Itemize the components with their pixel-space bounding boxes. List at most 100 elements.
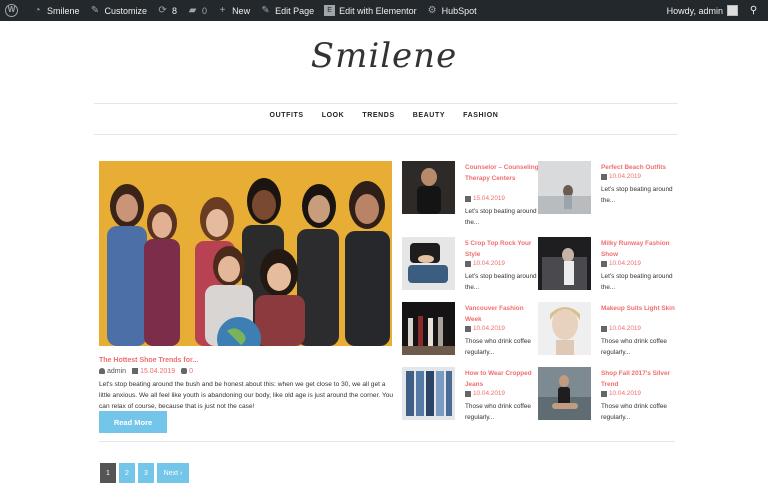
calendar-icon	[601, 260, 607, 267]
calendar-icon	[465, 325, 471, 332]
site-name-link[interactable]: ◔ Smilene	[27, 0, 85, 21]
calendar-icon	[465, 390, 471, 397]
post-date: 10.04.2019	[601, 325, 641, 332]
next-page-link[interactable]: Next ›	[157, 463, 189, 483]
nav-item-outfits[interactable]: OUTFITS	[261, 112, 313, 119]
featured-meta: admin 15.04.2019 0	[99, 368, 193, 375]
post-date: 10.04.2019	[601, 390, 641, 397]
nav-item-look[interactable]: LOOK	[313, 112, 354, 119]
admin-bar: W ◔ Smilene ✎ Customize ⟳ 8 ▰ 0 + New ✎ Edit P…	[0, 0, 768, 21]
wordpress-logo-button[interactable]: W	[0, 0, 27, 21]
group-photo	[99, 161, 392, 346]
page-2-link[interactable]: 2	[119, 463, 135, 483]
thumbnail-image	[538, 302, 591, 355]
calendar-icon	[465, 195, 471, 202]
calendar-icon	[601, 390, 607, 397]
wordpress-icon: W	[5, 4, 18, 17]
new-content-link[interactable]: + New	[212, 0, 255, 21]
post-card[interactable]: Counselor – Counseling Therapy Centers 1…	[402, 161, 540, 226]
page-1-current: 1	[100, 463, 116, 483]
post-title[interactable]: 5 Crop Top Rock Your Style	[465, 238, 540, 260]
post-card[interactable]: Milky Runway Fashion Show 10.04.2019 Let…	[538, 237, 674, 297]
customize-link[interactable]: ✎ Customize	[85, 0, 153, 21]
post-title[interactable]: Milky Runway Fashion Show	[601, 238, 676, 260]
thumbnail-image	[538, 161, 591, 214]
featured-excerpt: Let's stop beating around the bush and b…	[99, 381, 394, 410]
edit-icon: ✎	[261, 5, 270, 16]
post-thumbnail[interactable]	[402, 367, 455, 420]
search-icon: ⚲	[749, 5, 758, 16]
post-excerpt: Those who drink coffee regularly...	[465, 403, 531, 421]
nav-item-beauty[interactable]: BEAUTY	[404, 112, 454, 119]
post-date: 10.04.2019	[465, 260, 505, 267]
post-excerpt: Let's stop beating around the...	[601, 273, 673, 291]
post-card[interactable]: How to Wear Cropped Jeans 10.04.2019 Tho…	[402, 367, 538, 427]
post-thumbnail[interactable]	[538, 367, 591, 420]
calendar-icon	[465, 260, 471, 267]
author-meta: admin	[99, 368, 126, 375]
post-thumbnail[interactable]	[402, 161, 455, 214]
post-excerpt: Let's stop beating around the...	[465, 208, 537, 226]
content-divider	[99, 441, 675, 442]
post-thumbnail[interactable]	[402, 302, 455, 355]
post-date: 10.04.2019	[465, 325, 505, 332]
post-title[interactable]: Vancouver Fashion Week	[465, 303, 540, 325]
post-excerpt: Those who drink coffee regularly...	[601, 338, 667, 356]
main-nav: OUTFITS LOOK TRENDS BEAUTY FASHION	[0, 112, 768, 119]
comments-link[interactable]: ▰ 0	[182, 0, 212, 21]
plus-icon: +	[219, 5, 226, 16]
read-more-button[interactable]: Read More	[99, 411, 167, 433]
post-card[interactable]: Vancouver Fashion Week 10.04.2019 Those …	[402, 302, 538, 362]
post-excerpt: Those who drink coffee regularly...	[601, 403, 667, 421]
thumbnail-image	[538, 237, 591, 290]
elementor-icon: E	[324, 5, 336, 16]
page-3-link[interactable]: 3	[138, 463, 154, 483]
updates-link[interactable]: ⟳ 8	[152, 0, 182, 21]
post-thumbnail[interactable]	[402, 237, 455, 290]
thumbnail-image	[402, 367, 455, 420]
site-logo[interactable]: Smilene	[0, 36, 768, 76]
post-title[interactable]: Shop Fall 2017's Silver Trend	[601, 368, 676, 390]
post-card[interactable]: Perfect Beach Outfits 10.04.2019 Let's s…	[538, 161, 674, 221]
post-card[interactable]: 5 Crop Top Rock Your Style 10.04.2019 Le…	[402, 237, 538, 297]
header-divider	[94, 103, 678, 104]
post-card[interactable]: Makeup Suits Light Skin 10.04.2019 Those…	[538, 302, 676, 362]
post-excerpt: Those who drink coffee regularly...	[465, 338, 531, 356]
post-title[interactable]: Perfect Beach Outfits	[601, 162, 676, 173]
post-title[interactable]: How to Wear Cropped Jeans	[465, 368, 540, 390]
post-thumbnail[interactable]	[538, 237, 591, 290]
post-date: 10.04.2019	[465, 390, 505, 397]
post-title[interactable]: Makeup Suits Light Skin	[601, 303, 676, 314]
post-date: 15.04.2019	[465, 195, 505, 202]
featured-image[interactable]	[99, 161, 392, 346]
post-thumbnail[interactable]	[538, 302, 591, 355]
nav-item-fashion[interactable]: FASHION	[454, 112, 507, 119]
post-thumbnail[interactable]	[538, 161, 591, 214]
search-button[interactable]: ⚲	[743, 0, 768, 21]
calendar-icon	[601, 325, 607, 332]
comment-icon: ▰	[188, 5, 197, 16]
hubspot-link[interactable]: ⚙ HubSpot	[422, 0, 482, 21]
elementor-link[interactable]: E Edit with Elementor	[319, 0, 422, 21]
thumbnail-image	[402, 237, 455, 290]
post-excerpt: Let's stop beating around the...	[465, 273, 537, 291]
calendar-icon	[132, 368, 139, 375]
comments-meta: 0	[181, 368, 193, 375]
thumbnail-image	[538, 367, 591, 420]
dashboard-icon: ◔	[34, 5, 41, 16]
thumbnail-image	[402, 161, 455, 214]
nav-item-trends[interactable]: TRENDS	[353, 112, 403, 119]
avatar	[727, 5, 738, 16]
post-date: 10.04.2019	[601, 173, 641, 180]
user-icon	[99, 368, 105, 375]
calendar-icon	[601, 173, 607, 180]
edit-page-link[interactable]: ✎ Edit Page	[255, 0, 319, 21]
account-menu[interactable]: Howdy, admin	[662, 0, 743, 21]
post-card[interactable]: Shop Fall 2017's Silver Trend 10.04.2019…	[538, 367, 674, 427]
featured-title[interactable]: The Hottest Shoe Trends for...	[99, 357, 198, 364]
hubspot-icon: ⚙	[427, 5, 437, 16]
date-meta: 15.04.2019	[132, 368, 175, 375]
post-title[interactable]: Counselor – Counseling Therapy Centers	[465, 162, 540, 184]
nav-divider	[94, 134, 678, 135]
comment-icon	[181, 368, 188, 375]
